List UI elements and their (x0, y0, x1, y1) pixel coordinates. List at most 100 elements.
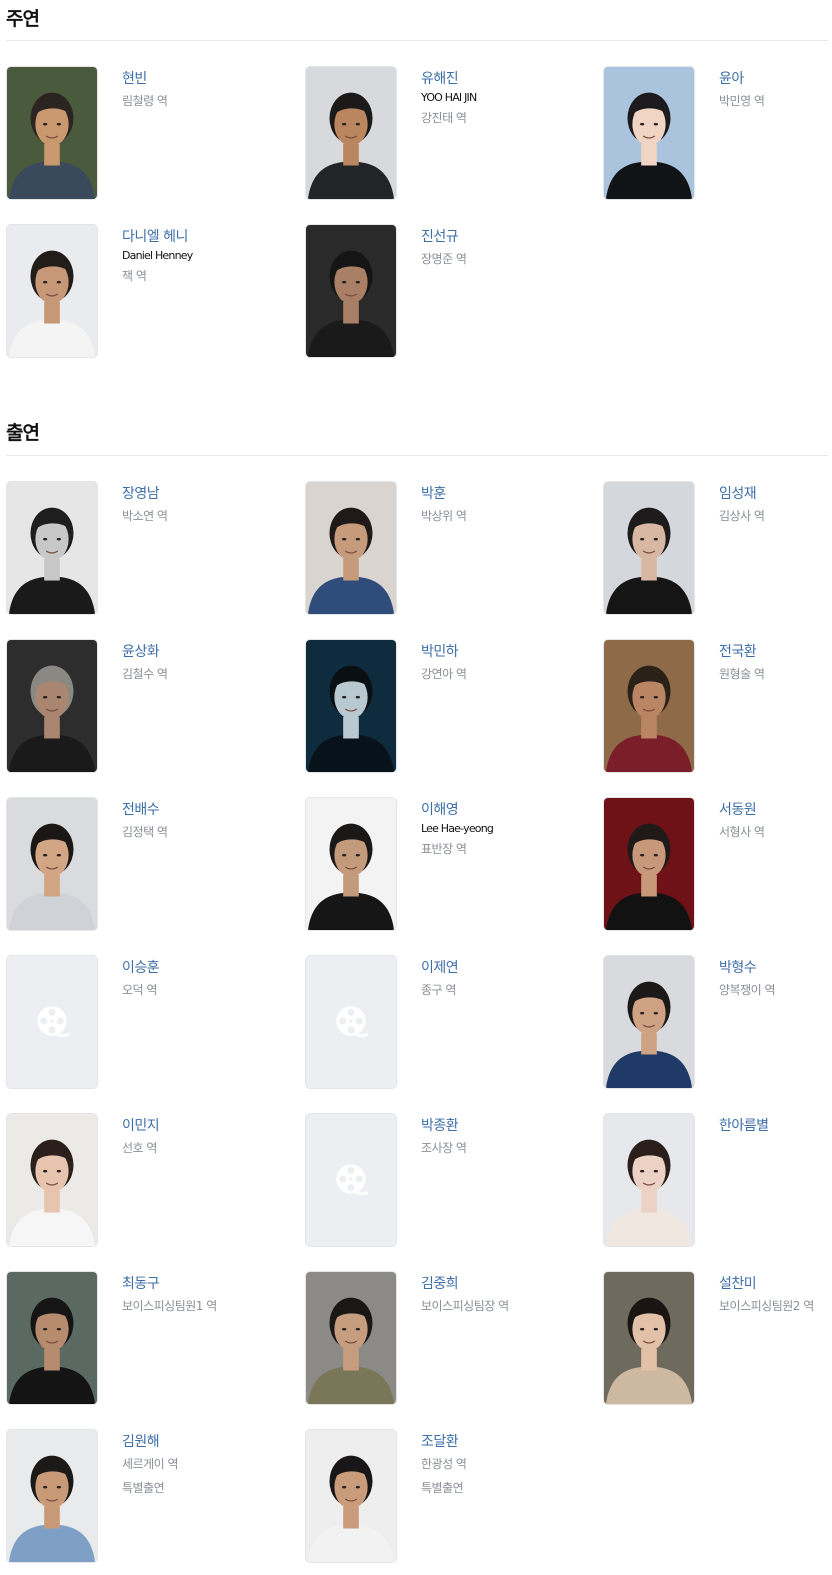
cast-card[interactable]: 박종환조사장 역 (305, 1113, 595, 1248)
actor-name-link[interactable]: 윤상화 (122, 643, 296, 661)
cast-card[interactable]: 이해영 Lee Hae-yeong 표반장 역 (305, 797, 595, 932)
actor-photo[interactable] (6, 1429, 98, 1563)
actor-name-link[interactable]: 박종환 (421, 1117, 595, 1135)
portrait-photo (306, 640, 396, 772)
actor-name-link[interactable]: 장영남 (122, 485, 296, 503)
cast-info: 한아름별 (719, 1117, 832, 1135)
actor-name-link[interactable]: 김원해 (122, 1433, 296, 1451)
actor-name-link[interactable]: 박훈 (421, 485, 595, 503)
cast-card[interactable]: 이승훈 오덕 역 (6, 955, 296, 1090)
cast-card[interactable]: 최동구보이스피싱팀원1 역 (6, 1271, 296, 1406)
cast-card[interactable]: 이제연종구 역 (305, 955, 595, 1090)
cast-card[interactable]: 설찬미 보이스피싱팀원2 역 (603, 1271, 832, 1406)
cast-card[interactable]: 윤아 박민영 역 (603, 66, 832, 201)
cast-card[interactable]: 한아름별 (603, 1113, 832, 1248)
portrait-photo (306, 798, 396, 930)
actor-english-name: Daniel Henney (122, 249, 193, 262)
actor-photo[interactable] (603, 1113, 695, 1247)
cast-card[interactable]: 현빈림철령 역 (6, 66, 296, 201)
section-title: 출연 (6, 422, 40, 444)
actor-name-link[interactable]: 이해영 (421, 801, 595, 819)
cast-card[interactable]: 다니엘 헤니 Daniel Henney 잭 역 (6, 224, 296, 359)
actor-photo[interactable] (6, 1271, 98, 1405)
portrait-photo (306, 67, 396, 199)
section-title: 주연 (6, 8, 40, 30)
cast-card[interactable]: 조달환 한광성 역 특별출연 (305, 1429, 595, 1564)
cast-card[interactable]: 김중희보이스피싱팀장 역 (305, 1271, 595, 1406)
actor-photo[interactable] (6, 797, 98, 931)
actor-photo[interactable] (305, 224, 397, 358)
actor-name-link[interactable]: 박형수 (719, 959, 832, 977)
actor-photo[interactable] (6, 224, 98, 358)
portrait-photo (7, 1272, 97, 1404)
actor-photo[interactable] (603, 481, 695, 615)
actor-photo[interactable] (603, 639, 695, 773)
role-name: 박상위 역 (421, 509, 467, 523)
role-name: 강진태 역 (421, 111, 467, 125)
cast-card[interactable]: 박훈박상위 역 (305, 481, 595, 616)
actor-photo[interactable] (6, 481, 98, 615)
role-name: 서형사 역 (719, 825, 765, 839)
actor-name-link[interactable]: 전배수 (122, 801, 296, 819)
actor-name-link[interactable]: 다니엘 헤니 (122, 228, 296, 246)
actor-photo[interactable] (603, 955, 695, 1089)
role-name: 세르게이 역 (122, 1457, 179, 1471)
actor-photo[interactable] (6, 1113, 98, 1247)
cast-card[interactable]: 김원해세르게이 역특별출연 (6, 1429, 296, 1564)
role-name: 보이스피싱팀장 역 (421, 1299, 509, 1313)
cast-card[interactable]: 전국환 원형술 역 (603, 639, 832, 774)
actor-photo[interactable] (603, 1271, 695, 1405)
actor-name-link[interactable]: 서동원 (719, 801, 832, 819)
role-name: 김상사 역 (719, 509, 765, 523)
cast-card[interactable]: 임성재김상사 역 (603, 481, 832, 616)
actor-photo[interactable] (305, 66, 397, 200)
role-name: 보이스피싱팀원1 역 (122, 1299, 217, 1313)
cast-card[interactable]: 유해진 YOO HAI JIN 강진태 역 (305, 66, 595, 201)
portrait-photo (604, 482, 694, 614)
cast-card[interactable]: 장영남 박소연 역 (6, 481, 296, 616)
actor-photo[interactable] (6, 66, 98, 200)
actor-photo[interactable] (305, 481, 397, 615)
actor-name-link[interactable]: 임성재 (719, 485, 832, 503)
role-name: 조사장 역 (421, 1141, 467, 1155)
actor-name-link[interactable]: 김중희 (421, 1275, 595, 1293)
role-name: 종구 역 (421, 983, 456, 997)
cast-card[interactable]: 서동원서형사 역 (603, 797, 832, 932)
actor-name-link[interactable]: 박민하 (421, 643, 595, 661)
cast-card[interactable]: 박형수 양복쟁이 역 (603, 955, 832, 1090)
actor-name-link[interactable]: 현빈 (122, 70, 296, 88)
cast-card[interactable]: 진선규장명준 역 (305, 224, 595, 359)
portrait-photo (7, 640, 97, 772)
portrait-photo (604, 67, 694, 199)
cast-card[interactable]: 윤상화 김철수 역 (6, 639, 296, 774)
actor-name-link[interactable]: 유해진 (421, 70, 595, 88)
actor-name-link[interactable]: 설찬미 (719, 1275, 832, 1293)
actor-photo[interactable] (305, 797, 397, 931)
actor-name-link[interactable]: 최동구 (122, 1275, 296, 1293)
actor-photo[interactable] (603, 66, 695, 200)
actor-name-link[interactable]: 조달환 (421, 1433, 595, 1451)
actor-name-link[interactable]: 한아름별 (719, 1117, 832, 1135)
cast-info: 이민지 선호 역 (122, 1117, 296, 1156)
actor-name-link[interactable]: 이민지 (122, 1117, 296, 1135)
actor-name-link[interactable]: 전국환 (719, 643, 832, 661)
role-name: 림철령 역 (122, 94, 168, 108)
actor-photo[interactable] (6, 639, 98, 773)
actor-name-link[interactable]: 윤아 (719, 70, 832, 88)
cast-card[interactable]: 이민지 선호 역 (6, 1113, 296, 1248)
actor-photo[interactable] (305, 1429, 397, 1563)
cast-card[interactable]: 박민하 강연아 역 (305, 639, 595, 774)
actor-name-link[interactable]: 진선규 (421, 228, 595, 246)
actor-name-link[interactable]: 이승훈 (122, 959, 296, 977)
actor-photo[interactable] (305, 1271, 397, 1405)
role-name: 장명준 역 (421, 252, 467, 266)
actor-photo[interactable] (603, 797, 695, 931)
placeholder-thumbnail[interactable] (6, 955, 98, 1089)
actor-photo[interactable] (305, 639, 397, 773)
cast-card[interactable]: 전배수 김정택 역 (6, 797, 296, 932)
special-appearance-note: 특별출연 (122, 1481, 165, 1495)
actor-name-link[interactable]: 이제연 (421, 959, 595, 977)
cast-info: 윤상화 김철수 역 (122, 643, 296, 682)
placeholder-thumbnail[interactable] (305, 1113, 397, 1247)
placeholder-thumbnail[interactable] (305, 955, 397, 1089)
